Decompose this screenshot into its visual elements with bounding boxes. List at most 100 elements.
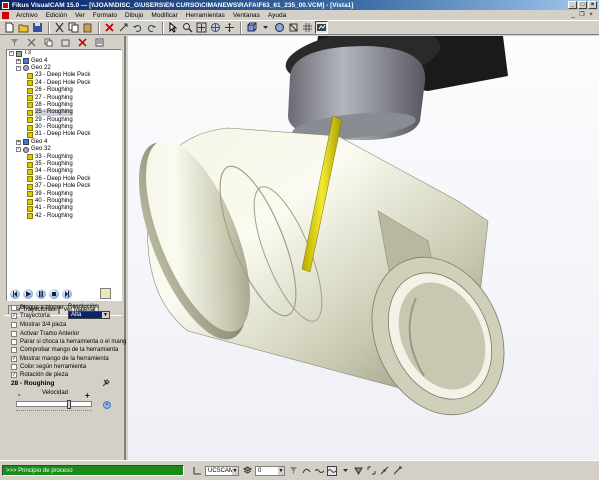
tree-geometry-item[interactable]: - Geo 32: [7, 146, 121, 153]
tree-operation-item[interactable]: 23 - Deep Hole Peck: [7, 72, 121, 79]
select-icon[interactable]: [167, 21, 180, 34]
filter-icon[interactable]: [10, 38, 19, 47]
rewind-button[interactable]: [10, 289, 20, 299]
properties-icon[interactable]: [95, 38, 104, 47]
option-checkbox[interactable]: Bloque a bloque: [11, 305, 63, 311]
snap-icon[interactable]: [379, 466, 389, 476]
fast-forward-button[interactable]: [62, 289, 72, 299]
chevron-down-icon[interactable]: ▼: [232, 466, 238, 475]
tree-operation-item[interactable]: 42 - Roughing: [7, 213, 121, 220]
checkbox-checked[interactable]: ✓: [11, 356, 17, 362]
measure-icon[interactable]: [392, 466, 402, 476]
option-checkbox[interactable]: Parar si choca la herramienta o el mang: [11, 339, 126, 345]
view-options-icon[interactable]: [340, 466, 350, 476]
view-cube-icon[interactable]: [245, 21, 258, 34]
tree-operation-item[interactable]: 25 - Roughing: [7, 109, 121, 117]
chevron-down-icon[interactable]: ▼: [278, 466, 284, 475]
tree-operation-item[interactable]: 26 - Roughing: [7, 87, 121, 94]
menu-formato[interactable]: Formato: [89, 12, 121, 19]
wave-active-icon[interactable]: [327, 465, 337, 476]
tree-operation-item[interactable]: 30 - Roughing: [7, 124, 121, 131]
simulation-view-icon[interactable]: [315, 21, 328, 34]
ucs-select[interactable]: UCSCAM ▼: [205, 465, 239, 476]
menu-herramientas[interactable]: Herramientas: [182, 12, 229, 19]
operations-tree[interactable]: - T3 + Geo 4 - Geo 22 23 - Deep Hole Peck 24 …: [6, 49, 122, 301]
app-icon[interactable]: [2, 1, 9, 9]
tree-operation-item[interactable]: 24 - Deep Hole Peck: [7, 80, 121, 87]
funnel-icon[interactable]: [288, 466, 298, 476]
resolution-select[interactable]: Alta ▼: [68, 311, 110, 319]
layer-icon[interactable]: [242, 466, 252, 476]
cut-icon[interactable]: [53, 21, 66, 34]
undo-icon[interactable]: [131, 21, 144, 34]
checkbox-checked[interactable]: ✓: [11, 313, 17, 319]
mdi-close-button[interactable]: ×: [587, 12, 595, 19]
tree-operation-item[interactable]: 34 - Roughing: [7, 168, 121, 175]
tree-operation-item[interactable]: 33 - Roughing: [7, 153, 121, 161]
menu-ver[interactable]: Ver: [71, 12, 89, 19]
expand-toggle[interactable]: +: [16, 58, 21, 64]
option-checkbox[interactable]: Activar Tramo Anterior: [11, 331, 79, 337]
speed-reset-icon[interactable]: ×: [103, 401, 111, 409]
pan-icon[interactable]: [223, 21, 236, 34]
paste-icon[interactable]: [81, 21, 94, 34]
checkbox-unchecked[interactable]: [11, 364, 17, 370]
zoom-icon[interactable]: [181, 21, 194, 34]
tree-geometry-item[interactable]: + Geo 4: [7, 57, 121, 65]
checkbox-unchecked[interactable]: [11, 339, 17, 345]
option-checkbox[interactable]: Mostrar 3/4 pieza: [11, 322, 66, 328]
tree-operation-item[interactable]: 27 - Roughing: [7, 94, 121, 102]
save-icon[interactable]: [31, 21, 44, 34]
expand-toggle[interactable]: -: [16, 147, 21, 153]
move-icon[interactable]: [117, 21, 130, 34]
redo-icon[interactable]: [145, 21, 158, 34]
mdi-restore-button[interactable]: ❐: [578, 12, 586, 19]
ucs-icon[interactable]: [192, 466, 202, 476]
menu-archivo[interactable]: Archivo: [12, 12, 42, 19]
tree-operation-item[interactable]: 41 - Roughing: [7, 205, 121, 212]
collapse-toggle[interactable]: -: [9, 51, 14, 57]
rotate-view-icon[interactable]: [209, 21, 222, 34]
3d-viewport[interactable]: [128, 36, 599, 460]
cut-operation-icon[interactable]: [27, 38, 36, 47]
checkbox-checked[interactable]: ✓: [11, 372, 17, 378]
tree-operation-item[interactable]: 39 - Roughing: [7, 190, 121, 198]
chevron-down-icon[interactable]: ▼: [102, 312, 109, 318]
checkbox-unchecked[interactable]: [11, 331, 17, 337]
paste-operation-icon[interactable]: [61, 38, 70, 47]
delete-operation-icon[interactable]: [78, 37, 87, 47]
option-checkbox[interactable]: Comprobar mango de la herramienta: [11, 347, 118, 353]
menu-dibujo[interactable]: Dibujo: [121, 12, 147, 19]
expand-toggle[interactable]: -: [16, 65, 21, 71]
mdi-minimize-button[interactable]: _: [569, 12, 577, 19]
zoom-all-icon[interactable]: [195, 21, 208, 34]
tree-operation-item[interactable]: 28 - Roughing: [7, 102, 121, 109]
tree-root[interactable]: - T3: [7, 50, 121, 57]
minimize-button[interactable]: _: [568, 1, 577, 9]
checkbox-unchecked[interactable]: [11, 347, 17, 353]
play-button[interactable]: [23, 289, 33, 299]
option-checkbox[interactable]: ✓ Trayectoria: [11, 313, 50, 319]
checkbox-unchecked[interactable]: [11, 322, 17, 328]
open-folder-icon[interactable]: [17, 21, 30, 34]
document-icon[interactable]: [2, 11, 9, 19]
tree-operation-item[interactable]: 36 - Deep Hole Peck: [7, 176, 121, 183]
fit-icon[interactable]: [366, 466, 376, 476]
pause-button[interactable]: [36, 289, 46, 299]
copy-icon[interactable]: [67, 21, 80, 34]
simulation-options-icon[interactable]: [100, 288, 111, 299]
speed-slider[interactable]: [16, 400, 92, 409]
tree-operation-item[interactable]: 35 - Roughing: [7, 161, 121, 168]
shading-icon[interactable]: [273, 21, 286, 34]
close-button[interactable]: ×: [588, 1, 597, 9]
option-checkbox[interactable]: ✓ Rotación de pieza: [11, 372, 68, 378]
copy-operation-icon[interactable]: [44, 38, 53, 47]
menu-ayuda[interactable]: Ayuda: [264, 12, 290, 19]
tree-operation-item[interactable]: 37 - Deep Hole Peck: [7, 183, 121, 190]
option-checkbox[interactable]: Color según herramienta: [11, 364, 86, 370]
view-dropdown-icon[interactable]: [259, 21, 272, 34]
menu-ventanas[interactable]: Ventanas: [229, 12, 264, 19]
curve-icon[interactable]: [301, 466, 311, 476]
maximize-button[interactable]: □: [578, 1, 587, 9]
cone-icon[interactable]: [353, 466, 363, 476]
